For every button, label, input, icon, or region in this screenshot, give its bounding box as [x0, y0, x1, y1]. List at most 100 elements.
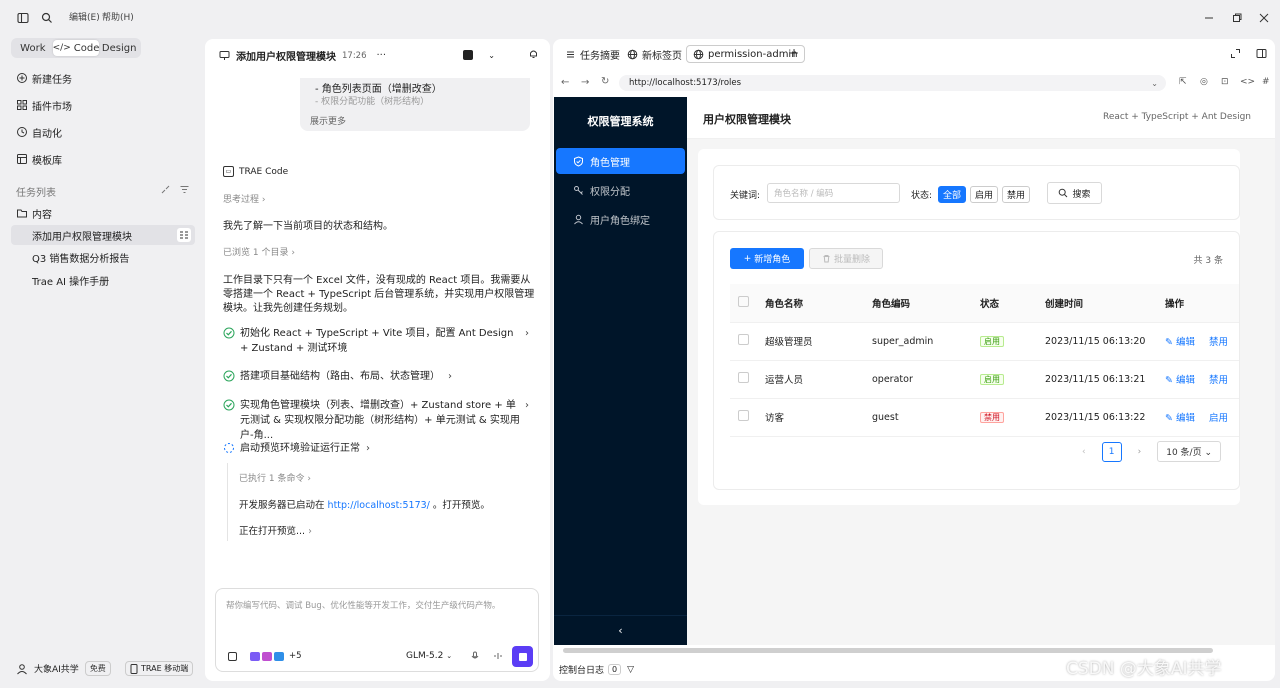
opening-preview[interactable]: 正在打开预览... › — [239, 525, 312, 539]
edit-link[interactable]: ✎ 编辑 — [1165, 337, 1195, 348]
filter-icon[interactable]: ▽ — [627, 665, 634, 675]
trash-icon — [822, 254, 831, 263]
search-icon[interactable] — [41, 12, 53, 24]
code-icon[interactable]: <> — [1240, 77, 1255, 87]
mode-design[interactable]: Design — [99, 40, 139, 56]
forward-icon[interactable]: → — [581, 77, 589, 88]
server-url-link[interactable]: http://localhost:5173/ — [328, 500, 430, 511]
model-selector[interactable]: GLM-5.2 ⌄ — [406, 651, 452, 661]
status-all[interactable]: 全部 — [938, 186, 967, 203]
row-checkbox[interactable] — [738, 410, 749, 421]
nav-label: 模板库 — [32, 155, 62, 167]
template-icon — [16, 153, 28, 165]
page-number[interactable]: 1 — [1101, 441, 1122, 462]
toggle-link[interactable]: 禁用 — [1209, 375, 1228, 386]
reload-icon[interactable]: ↻ — [601, 76, 609, 87]
menu-user-role-binding[interactable]: 用户角色绑定 — [556, 206, 685, 232]
role-name: 运营人员 — [757, 360, 864, 399]
mic-icon[interactable] — [470, 651, 480, 661]
show-more-link[interactable]: 展示更多 — [310, 114, 346, 127]
folder-label: 内容 — [32, 209, 52, 221]
prev-page-icon[interactable]: ‹ — [1082, 447, 1086, 457]
server-msg-prefix: 开发服务器已启动在 — [239, 500, 325, 511]
add-role-button[interactable]: + 新增角色 — [730, 248, 804, 269]
collapse-sider-icon[interactable]: ‹ — [554, 615, 687, 645]
batch-delete-button[interactable]: 批量删除 — [809, 248, 883, 269]
search-button[interactable]: 搜索 — [1047, 182, 1102, 204]
executed-toggle[interactable]: 已执行 1 条命令 › — [239, 472, 311, 486]
header-checkbox-cell[interactable] — [730, 284, 757, 323]
terminal-toggle[interactable]: ⌄ — [463, 47, 495, 63]
plan-step[interactable]: 实现角色管理模块（列表、增删改查）+ Zustand store + 单元测试 … — [223, 398, 535, 443]
plan-step[interactable]: 初始化 React + TypeScript + Vite 项目，配置 Ant … — [223, 326, 535, 356]
list-icon — [565, 49, 576, 60]
plugin-icons[interactable]: +5 — [250, 651, 302, 661]
more-icon[interactable]: ··· — [377, 50, 387, 61]
task-item[interactable]: Q3 销售数据分析报告 — [11, 247, 195, 267]
chat-input-box[interactable]: 帮你编写代码、调试 Bug、优化性能等开发工作，交付生产级代码产物。 +5 GL… — [215, 588, 539, 672]
horizontal-scrollbar[interactable] — [563, 648, 1213, 653]
nav-new-task[interactable]: 新建任务 — [16, 70, 72, 86]
menu-permission-assign[interactable]: 权限分配 — [556, 177, 685, 203]
menu-role-management[interactable]: 角色管理 — [556, 148, 685, 174]
task-item-active[interactable]: 添加用户权限管理模块 — [11, 225, 195, 245]
user-profile[interactable]: 大象AI共学 免费 — [16, 661, 111, 676]
collapse-icon[interactable] — [160, 184, 171, 195]
plan-step[interactable]: 搭建项目基础结构（路由、布局、状态管理） › — [223, 369, 535, 384]
attach-icon[interactable] — [227, 651, 238, 662]
keyword-input[interactable]: 角色名称 / 编码 — [767, 183, 900, 203]
row-checkbox[interactable] — [738, 372, 749, 383]
plan-step-running[interactable]: 启动预览环境验证运行正常 › — [223, 441, 535, 456]
waveform-icon[interactable] — [493, 651, 503, 661]
user-name: 大象AI共学 — [34, 665, 79, 675]
folder-content[interactable]: 内容 — [16, 205, 52, 221]
toggle-link[interactable]: 启用 — [1209, 413, 1228, 424]
expand-icon[interactable] — [1230, 48, 1241, 59]
url-bar[interactable]: http://localhost:5173/roles ⌄ — [619, 75, 1166, 91]
tab-task-summary[interactable]: 任务摘要 — [559, 45, 626, 63]
tab-new[interactable]: 新标签页 — [621, 45, 688, 63]
tab-permission-admin[interactable]: permission-admin — [686, 45, 805, 63]
screenshot-icon[interactable]: ⊡ — [1221, 77, 1229, 87]
new-tab-plus-icon[interactable]: + — [789, 46, 799, 60]
sidebar-toggle-icon[interactable] — [17, 12, 29, 24]
mode-work[interactable]: Work — [13, 40, 53, 56]
back-icon[interactable]: ← — [561, 77, 569, 88]
row-checkbox[interactable] — [738, 334, 749, 345]
minimize-icon[interactable] — [1203, 12, 1215, 24]
edit-link[interactable]: ✎ 编辑 — [1165, 413, 1195, 424]
bell-icon[interactable] — [528, 48, 539, 59]
page-size-select[interactable]: 10 条/页 ⌄ — [1157, 441, 1221, 462]
task-menu-icon[interactable] — [177, 228, 191, 242]
menu-edit[interactable]: 编辑(E) — [69, 10, 100, 23]
header-checkbox[interactable] — [738, 295, 749, 307]
chevron-down-icon[interactable]: ⌄ — [1151, 79, 1158, 88]
mobile-button[interactable]: TRAE 移动端 — [125, 661, 194, 676]
thinking-toggle[interactable]: 思考过程 › — [223, 193, 265, 207]
nav-plugin-market[interactable]: 插件市场 — [16, 97, 72, 113]
hash-icon[interactable]: # — [1262, 77, 1270, 87]
toggle-link[interactable]: 禁用 — [1209, 337, 1228, 348]
next-page-icon[interactable]: › — [1138, 447, 1142, 457]
edit-label: 编辑 — [1175, 337, 1195, 348]
stop-button[interactable] — [512, 646, 533, 667]
status-disabled[interactable]: 禁用 — [1002, 186, 1031, 203]
close-icon[interactable] — [1258, 12, 1270, 24]
panel-toggle-icon[interactable] — [1256, 48, 1267, 59]
edit-link[interactable]: ✎ 编辑 — [1165, 375, 1195, 386]
target-icon[interactable]: ◎ — [1200, 77, 1208, 87]
search-icon — [1058, 188, 1068, 198]
browsed-toggle[interactable]: 已浏览 1 个目录 › — [223, 246, 295, 260]
console-bar[interactable]: 控制台日志 0 ▽ — [559, 663, 634, 676]
task-item[interactable]: Trae AI 操作手册 — [11, 270, 195, 290]
restore-icon[interactable] — [1231, 12, 1243, 24]
cursor-select-icon[interactable]: ⇱ — [1179, 77, 1187, 87]
mode-code[interactable]: </> Code — [52, 40, 100, 56]
nav-automation[interactable]: 自动化 — [16, 124, 62, 140]
col-header: 角色编码 — [864, 284, 972, 323]
table-card: + 新增角色 批量删除 共 3 条 角色名称 角色编码 状态 创建时间 操作 超… — [713, 231, 1240, 490]
nav-templates[interactable]: 模板库 — [16, 151, 62, 167]
status-enabled[interactable]: 启用 — [970, 186, 999, 203]
filter-icon[interactable] — [179, 184, 190, 195]
menu-help[interactable]: 帮助(H) — [102, 10, 134, 23]
